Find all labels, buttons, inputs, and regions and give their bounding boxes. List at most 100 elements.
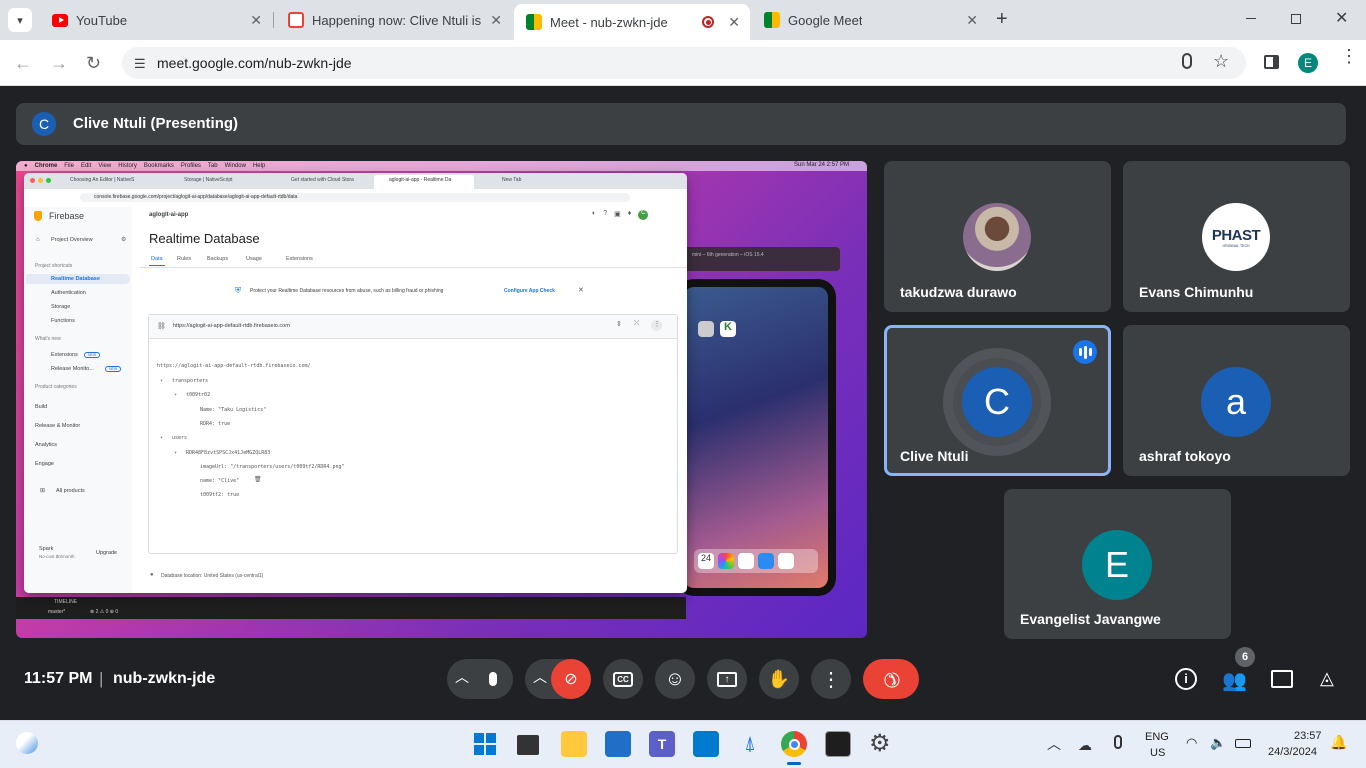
close-icon[interactable]: ✕ — [250, 12, 262, 29]
participant-tile[interactable]: E Evangelist Javangwe — [1004, 489, 1231, 639]
activities-button[interactable]: ◬ — [1320, 668, 1334, 689]
task-view-icon[interactable] — [517, 735, 539, 755]
app-icon[interactable] — [778, 553, 794, 569]
tab-meet-active[interactable]: Meet - nub-zwkn-jde ✕ — [514, 4, 750, 40]
participant-tile[interactable]: a ashraf tokoyo — [1123, 325, 1350, 476]
forward-icon[interactable]: → — [50, 53, 68, 74]
terminal-icon[interactable] — [825, 731, 851, 757]
tab-gmail[interactable]: Happening now: Clive Ntuli is in ✕ — [276, 0, 512, 40]
db-tab-data[interactable]: Data — [151, 256, 163, 262]
notification-bell-icon[interactable]: 🔔 — [1330, 734, 1347, 751]
camera-off-button[interactable]: ⊘ — [551, 659, 591, 699]
chat-button[interactable] — [1271, 670, 1293, 688]
inner-tab[interactable]: Get started with Cloud Stora — [291, 177, 381, 183]
tab-youtube[interactable]: YouTube ✕ — [40, 0, 272, 40]
all-products-link[interactable]: All products — [56, 488, 85, 494]
tree-node[interactable]: RDR48F8zvtSPSCJx41JeMGZQLR83 ▾ — [174, 450, 270, 456]
upgrade-button[interactable]: Upgrade — [96, 550, 117, 556]
calendar-icon[interactable]: 24 — [698, 553, 714, 569]
category-analytics[interactable]: Analytics — [35, 442, 57, 448]
safari-icon[interactable] — [758, 553, 774, 569]
db-tab-backups[interactable]: Backups — [207, 256, 228, 262]
more-options-button[interactable]: ⋮ — [811, 659, 851, 699]
sidebar-item-label[interactable]: Release Monito... — [51, 366, 94, 372]
expand-toggle-icon[interactable]: ▾ — [160, 435, 163, 441]
dark-mode-icon[interactable]: ◐ — [592, 210, 596, 220]
language-label[interactable]: ENG — [1145, 731, 1169, 743]
teams-icon[interactable]: T — [649, 731, 675, 757]
tree-node[interactable]: t009tr02 ▾ — [174, 392, 210, 398]
category-build[interactable]: Build — [35, 404, 47, 410]
region-label[interactable]: US — [1150, 747, 1165, 759]
help-icon[interactable]: ? — [603, 210, 607, 220]
tree-node[interactable]: name: "Clive" — [200, 478, 239, 484]
configure-app-check-link[interactable]: Configure App Check — [504, 288, 555, 294]
inner-tab[interactable]: Storage | NativeScript — [184, 177, 274, 183]
sidebar-item-label[interactable]: Realtime Database — [51, 276, 100, 282]
chrome-icon[interactable] — [781, 731, 807, 757]
audio-options-chevron[interactable]: ︿ — [455, 667, 469, 687]
tab-search-button[interactable]: ▾ — [8, 8, 32, 32]
sidebar-item-label[interactable]: Extensions — [51, 352, 78, 358]
participant-tile[interactable]: takudzwa durawo — [884, 161, 1111, 312]
dismiss-icon[interactable]: ✕ — [578, 286, 584, 294]
close-icon[interactable]: ✕ — [966, 12, 978, 29]
battery-icon[interactable] — [1235, 739, 1251, 748]
new-tab-button[interactable]: + — [996, 8, 1008, 31]
app-icon[interactable] — [738, 553, 754, 569]
microphone-button[interactable] — [473, 659, 513, 699]
store-icon[interactable] — [605, 731, 631, 757]
expand-toggle-icon[interactable]: ▾ — [160, 378, 163, 384]
mic-tray-icon[interactable] — [1114, 735, 1122, 749]
reactions-button[interactable]: ☺ — [655, 659, 695, 699]
sidebar-item-label[interactable]: Authentication — [51, 290, 86, 296]
app-icon[interactable]: ⍋ — [737, 731, 763, 757]
photos-icon[interactable] — [718, 553, 734, 569]
video-options-chevron[interactable]: ︿ — [533, 667, 547, 687]
participant-tile[interactable]: PHAST ORIGINAL TECH Evans Chimunhu — [1123, 161, 1350, 312]
project-selector[interactable]: aglogit-ai-app — [149, 212, 188, 218]
bookmark-star-icon[interactable]: ☆ — [1213, 51, 1229, 72]
onedrive-icon[interactable]: ☁ — [1078, 737, 1092, 754]
volume-icon[interactable]: 🔈 — [1210, 735, 1226, 751]
tree-node[interactable]: Name: "Taku Logistics" — [200, 407, 266, 413]
project-overview-link[interactable]: Project Overview — [51, 237, 93, 243]
present-button[interactable]: ↑ — [707, 659, 747, 699]
clock-date[interactable]: 24/3/2024 — [1268, 746, 1317, 758]
reload-icon[interactable]: ↻ — [86, 53, 101, 74]
tree-node[interactable]: transporters ▾ — [160, 378, 208, 384]
sidebar-item-label[interactable]: Storage — [51, 304, 70, 310]
captions-button[interactable]: CC — [603, 659, 643, 699]
inner-url[interactable]: console.firebase.google.com/project/aglo… — [94, 194, 297, 200]
settings-icon[interactable]: ⚙ — [869, 729, 891, 758]
close-window-icon[interactable]: ✕ — [1335, 8, 1348, 28]
db-url[interactable]: https://aglogit-ai-app-default-rtdb.fire… — [173, 323, 290, 329]
db-tab-usage[interactable]: Usage — [246, 256, 262, 262]
tree-node[interactable]: https://aglogit-ai-app-default-rtdb.fire… — [157, 363, 311, 369]
close-icon[interactable]: ✕ — [728, 14, 740, 31]
tree-node[interactable]: t009tf2: true — [200, 492, 239, 498]
participant-tile-active-speaker[interactable]: C Clive Ntuli — [884, 325, 1111, 476]
inner-tab[interactable]: aglogit-ai-app - Realtime Da — [389, 177, 471, 183]
tab-google-meet[interactable]: Google Meet ✕ — [752, 0, 988, 40]
widgets-icon[interactable] — [16, 732, 38, 754]
category-engage[interactable]: Engage — [35, 461, 54, 467]
kebab-menu-icon[interactable]: ⋮ — [1340, 47, 1358, 65]
vscode-icon[interactable] — [693, 731, 719, 757]
expand-toggle-icon[interactable]: ▾ — [174, 450, 177, 456]
sidebar-item-label[interactable]: Functions — [51, 318, 75, 324]
close-icon[interactable]: ✕ — [490, 12, 502, 29]
back-icon[interactable]: ← — [14, 53, 32, 74]
start-icon[interactable] — [474, 733, 496, 755]
inner-tab[interactable]: New Tab — [502, 177, 562, 183]
profile-avatar[interactable]: E — [1298, 53, 1318, 73]
inner-tab[interactable]: Choosing An Editor | NativeS — [70, 177, 170, 183]
app-icon[interactable]: K — [720, 321, 736, 337]
microphone-icon[interactable] — [1182, 53, 1192, 69]
user-avatar[interactable]: C — [638, 210, 649, 220]
expand-icon[interactable]: ⇕ — [616, 320, 622, 331]
leave-call-button[interactable]: ✆ — [863, 659, 919, 699]
restore-icon[interactable] — [1291, 14, 1301, 24]
more-icon[interactable]: ⋮ — [651, 320, 663, 331]
category-release[interactable]: Release & Monitor — [35, 423, 80, 429]
